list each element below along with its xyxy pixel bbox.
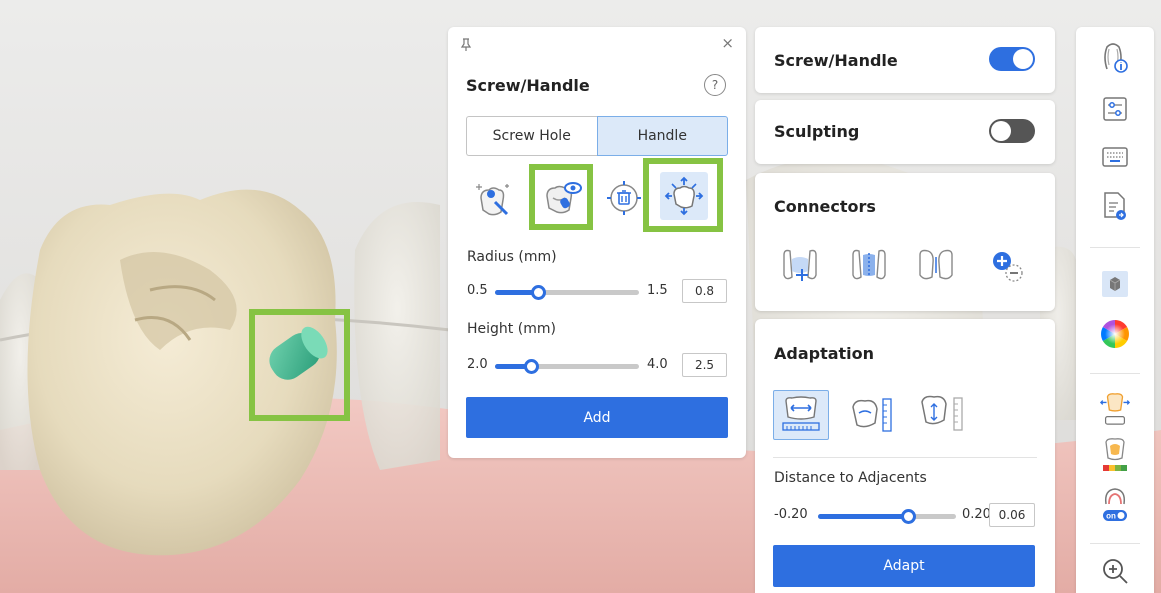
height-slider[interactable]: [495, 359, 639, 374]
add-connector-icon[interactable]: [777, 242, 823, 288]
magic-select-tooth-icon[interactable]: [470, 175, 516, 221]
adapt-button[interactable]: Adapt: [773, 545, 1035, 587]
move-resize-arrows-icon[interactable]: [660, 172, 708, 220]
separate-connector-icon[interactable]: [913, 242, 959, 288]
distance-max: 0.20: [962, 507, 991, 522]
radius-label: Radius (mm): [467, 249, 557, 265]
radius-max: 1.5: [647, 283, 668, 298]
radius-slider-row: 0.5 1.5 0.8: [467, 279, 729, 303]
sculpting-card-title: Sculpting: [774, 122, 860, 141]
tooth-on-icon[interactable]: on: [1099, 483, 1131, 525]
cube-view-icon[interactable]: [1099, 268, 1131, 300]
height-slider-thumb[interactable]: [524, 359, 539, 374]
add-remove-connector-icon[interactable]: [985, 242, 1031, 288]
edit-connector-icon[interactable]: [846, 242, 892, 288]
distance-slider-row: -0.20 0.20 0.06: [774, 503, 1038, 527]
divider: [773, 457, 1037, 458]
toolbar-separator: [1090, 543, 1140, 544]
toolbar-separator: [1090, 247, 1140, 248]
view-tooth-eye-icon[interactable]: [538, 175, 584, 221]
adapt-contact-icon[interactable]: [846, 392, 902, 438]
zoom-in-icon[interactable]: [1099, 555, 1131, 587]
radius-min: 0.5: [467, 283, 488, 298]
keyboard-icon[interactable]: [1099, 141, 1131, 173]
jaw-info-icon[interactable]: [1099, 41, 1131, 73]
right-toolbar: on: [1076, 27, 1154, 593]
distance-slider[interactable]: [818, 509, 956, 524]
close-icon[interactable]: ×: [721, 36, 734, 51]
toolbar-separator: [1090, 373, 1140, 374]
distance-slider-fill: [818, 514, 908, 519]
screw-handle-card-title: Screw/Handle: [774, 51, 898, 70]
connectors-card-title: Connectors: [774, 197, 876, 216]
adaptation-card: Adaptation Distance to Adjacents -0.20 0…: [755, 319, 1055, 593]
distance-value-input[interactable]: 0.06: [989, 503, 1035, 527]
help-icon[interactable]: ?: [704, 74, 726, 96]
pin-icon[interactable]: [460, 38, 472, 52]
mode-segmented-control: Screw Hole Handle: [466, 116, 728, 156]
document-export-icon[interactable]: [1099, 190, 1131, 222]
add-button[interactable]: Add: [466, 397, 728, 438]
sculpting-card: Sculpting: [755, 100, 1055, 164]
tooth-transparency-icon[interactable]: [1099, 389, 1131, 431]
distance-slider-thumb[interactable]: [900, 509, 916, 524]
adaptation-card-title: Adaptation: [774, 344, 875, 363]
screw-handle-card: Screw/Handle: [755, 27, 1055, 93]
radius-slider-thumb[interactable]: [531, 285, 547, 300]
height-value-input[interactable]: 2.5: [682, 353, 727, 377]
adjust-sliders-icon[interactable]: [1099, 93, 1131, 125]
distance-label: Distance to Adjacents: [774, 470, 927, 486]
handle-highlight-box: [249, 309, 350, 421]
on-badge-label: on: [1106, 512, 1116, 521]
radius-slider[interactable]: [495, 285, 639, 300]
tooth-color-map-icon[interactable]: [1099, 435, 1131, 477]
panel-title: Screw/Handle: [466, 76, 590, 95]
tab-screw-hole[interactable]: Screw Hole: [466, 116, 597, 156]
height-slider-row: 2.0 4.0 2.5: [467, 353, 729, 377]
radius-value-input[interactable]: 0.8: [682, 279, 727, 303]
sculpting-toggle[interactable]: [989, 119, 1035, 143]
delete-target-icon[interactable]: [601, 175, 647, 221]
height-label: Height (mm): [467, 321, 556, 337]
screw-handle-panel: × Screw/Handle ? Screw Hole Handle Radiu…: [448, 27, 746, 458]
height-max: 4.0: [647, 357, 668, 372]
color-wheel-icon[interactable]: [1099, 318, 1131, 350]
adapt-height-icon[interactable]: [915, 390, 971, 436]
screw-handle-toggle[interactable]: [989, 47, 1035, 71]
tab-handle[interactable]: Handle: [596, 116, 728, 156]
connectors-card: Connectors: [755, 173, 1055, 311]
distance-min: -0.20: [774, 507, 808, 522]
height-min: 2.0: [467, 357, 488, 372]
adapt-width-icon[interactable]: [773, 390, 829, 440]
